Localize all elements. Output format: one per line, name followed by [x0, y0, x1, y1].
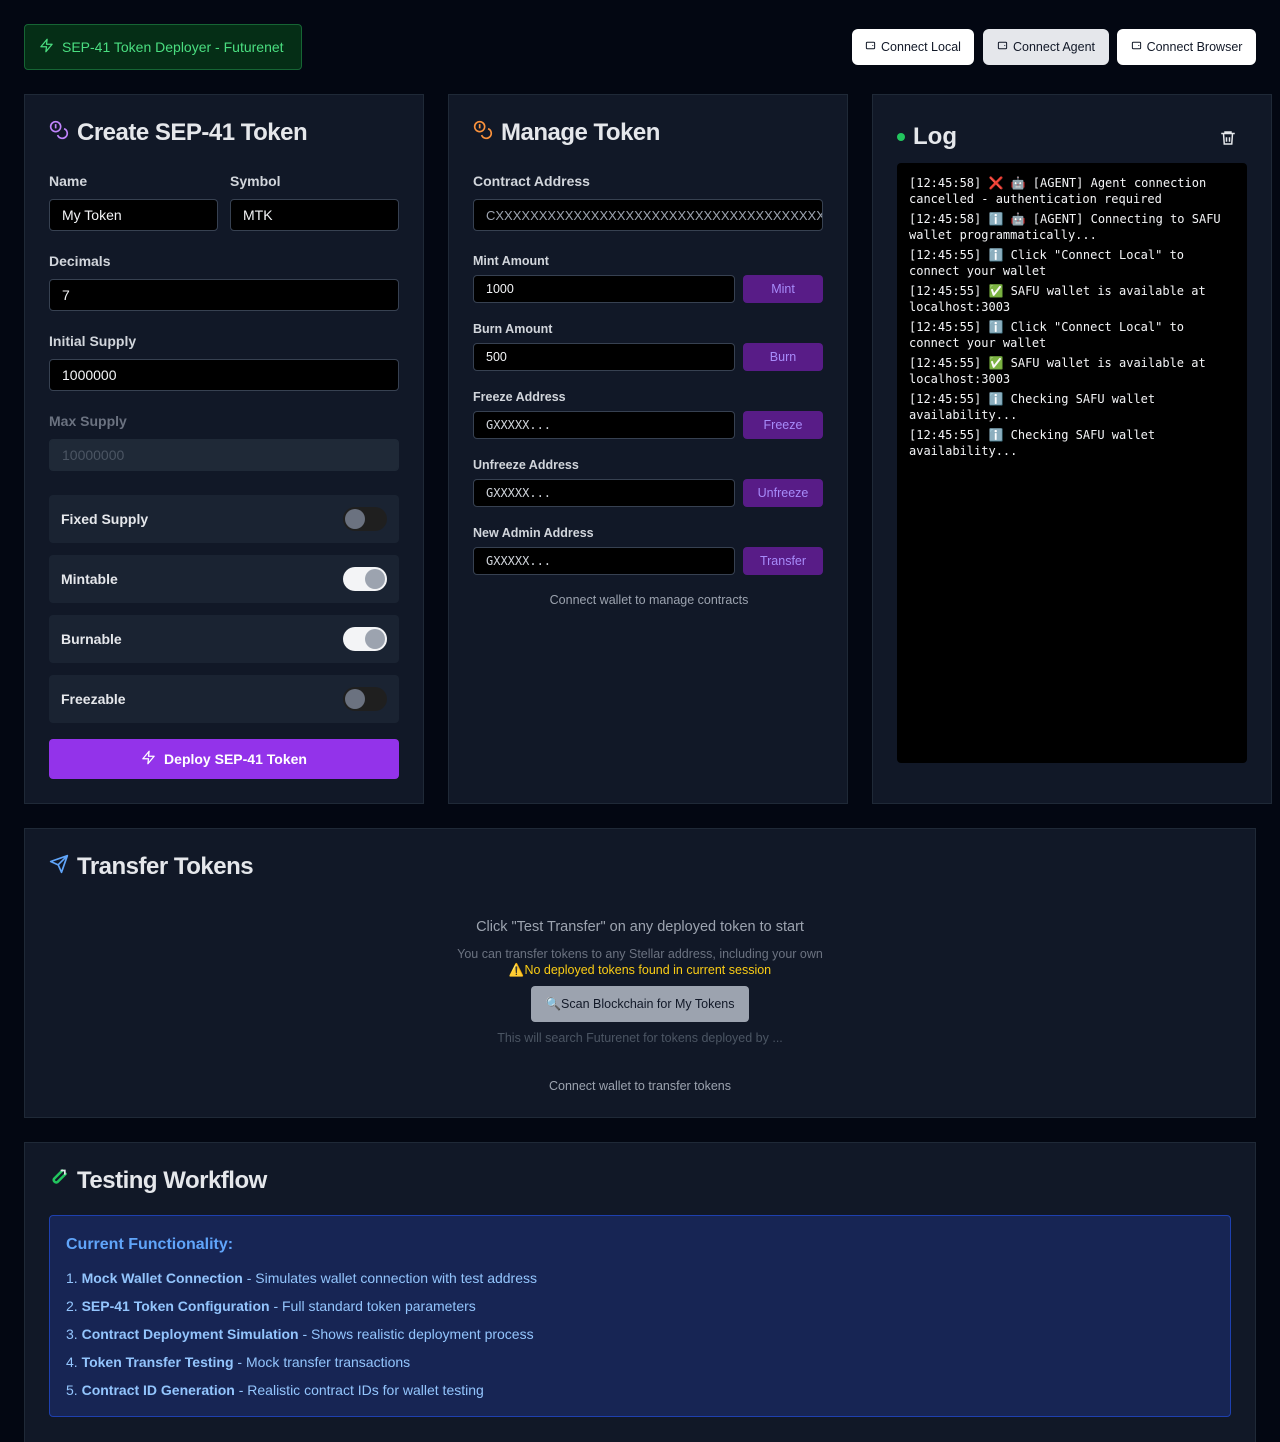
freezable-toggle[interactable] [343, 687, 387, 711]
log-entry: [12:45:55] ℹ️ Click "Connect Local" to c… [909, 320, 1192, 350]
mint-button[interactable]: Mint [743, 275, 823, 303]
fixed-supply-toggle[interactable] [343, 507, 387, 531]
freezable-row: Freezable [49, 675, 399, 723]
mint-amount-label: Mint Amount [473, 254, 549, 268]
testing-workflow-title-text: Testing Workflow [77, 1167, 267, 1194]
lightning-icon [141, 750, 156, 768]
connect-local-button[interactable]: Connect Local [852, 29, 974, 65]
no-tokens-warning: ⚠️No deployed tokens found in current se… [508, 963, 772, 977]
create-token-title-text: Create SEP-41 Token [77, 119, 308, 146]
log-entry: [12:45:55] ℹ️ Checking SAFU wallet avail… [909, 428, 1163, 458]
burn-amount-input[interactable]: 500 [473, 343, 735, 371]
test-tube-icon [49, 1167, 69, 1195]
create-token-panel: Create SEP-41 Token Name My Token Symbol… [24, 94, 424, 804]
scan-blockchain-button[interactable]: 🔍Scan Blockchain for My Tokens [531, 986, 749, 1022]
unfreeze-address-input[interactable]: GXXXXX... [473, 479, 735, 507]
functionality-title: Current Functionality: [66, 1236, 234, 1253]
contract-address-label: Contract Address [473, 173, 590, 189]
manage-token-title: Manage Token [473, 119, 660, 147]
trash-icon[interactable] [1219, 129, 1237, 147]
lightning-icon [39, 38, 54, 56]
initial-supply-label: Initial Supply [49, 333, 137, 349]
wallet-icon [1131, 40, 1142, 54]
manage-connect-hint: Connect wallet to manage contracts [549, 593, 749, 607]
transfer-admin-button[interactable]: Transfer [743, 547, 823, 575]
log-entry: [12:45:55] ℹ️ Click "Connect Local" to c… [909, 248, 1192, 278]
mintable-label: Mintable [61, 571, 118, 587]
connect-browser-label: Connect Browser [1146, 40, 1243, 54]
list-item: 5. Contract ID Generation - Realistic co… [66, 1382, 484, 1398]
freeze-address-label: Freeze Address [473, 390, 566, 404]
freeze-button[interactable]: Freeze [743, 411, 823, 439]
symbol-input[interactable]: MTK [230, 199, 399, 231]
wallet-icon [997, 40, 1008, 54]
decimals-input[interactable]: 7 [49, 279, 399, 311]
burnable-toggle[interactable] [343, 627, 387, 651]
fixed-supply-row: Fixed Supply [49, 495, 399, 543]
deploy-token-label: Deploy SEP-41 Token [164, 751, 307, 767]
new-admin-address-label: New Admin Address [473, 526, 594, 540]
max-supply-input: 10000000 [49, 439, 399, 471]
log-entry: [12:45:58] ❌ 🤖 [AGENT] Agent connection … [909, 176, 1214, 206]
mint-amount-input[interactable]: 1000 [473, 275, 735, 303]
transfer-tokens-title: Transfer Tokens [49, 853, 254, 881]
burn-amount-label: Burn Amount [473, 322, 553, 336]
transfer-subtext: You can transfer tokens to any Stellar a… [457, 947, 823, 961]
new-admin-address-input[interactable]: GXXXXX... [473, 547, 735, 575]
coins-icon [49, 119, 69, 147]
freezable-label: Freezable [61, 691, 126, 707]
unfreeze-address-label: Unfreeze Address [473, 458, 579, 472]
status-dot [897, 133, 905, 141]
name-label: Name [49, 173, 88, 189]
testing-workflow-panel: Testing Workflow Current Functionality: … [24, 1142, 1256, 1442]
transfer-instruction: Click "Test Transfer" on any deployed to… [476, 919, 804, 935]
name-input[interactable]: My Token [49, 199, 218, 231]
freeze-address-input[interactable]: GXXXXX... [473, 411, 735, 439]
log-entry: [12:45:55] ℹ️ Checking SAFU wallet avail… [909, 392, 1163, 422]
log-entry: [12:45:58] ℹ️ 🤖 [AGENT] Connecting to SA… [909, 212, 1228, 242]
transfer-tokens-panel: Transfer Tokens Click "Test Transfer" on… [24, 828, 1256, 1118]
burn-button[interactable]: Burn [743, 343, 823, 371]
symbol-label: Symbol [230, 173, 281, 189]
functionality-box: Current Functionality: 1. Mock Wallet Co… [49, 1215, 1231, 1417]
log-entry: [12:45:55] ✅ SAFU wallet is available at… [909, 284, 1213, 314]
log-entry: [12:45:55] ✅ SAFU wallet is available at… [909, 356, 1213, 386]
network-badge: SEP-41 Token Deployer - Futurenet [24, 24, 302, 70]
list-item: 4. Token Transfer Testing - Mock transfe… [66, 1354, 411, 1370]
manage-token-panel: Manage Token Contract Address CXXXXXXXXX… [448, 94, 848, 804]
burnable-row: Burnable [49, 615, 399, 663]
connect-browser-button[interactable]: Connect Browser [1117, 29, 1256, 65]
scan-hint: This will search Futurenet for tokens de… [497, 1031, 783, 1045]
create-token-title: Create SEP-41 Token [49, 119, 308, 147]
list-item: 3. Contract Deployment Simulation - Show… [66, 1326, 534, 1342]
mintable-toggle[interactable] [343, 567, 387, 591]
connect-local-label: Connect Local [881, 40, 961, 54]
list-item: 2. SEP-41 Token Configuration - Full sta… [66, 1298, 476, 1314]
connect-agent-label: Connect Agent [1012, 40, 1095, 54]
burnable-label: Burnable [61, 631, 122, 647]
fixed-supply-label: Fixed Supply [61, 511, 149, 527]
mintable-row: Mintable [49, 555, 399, 603]
deploy-token-button[interactable]: Deploy SEP-41 Token [49, 739, 399, 779]
log-output: [12:45:58] ❌ 🤖 [AGENT] Agent connection … [897, 163, 1247, 763]
transfer-tokens-title-text: Transfer Tokens [77, 853, 254, 880]
testing-workflow-title: Testing Workflow [49, 1167, 267, 1195]
initial-supply-input[interactable]: 1000000 [49, 359, 399, 391]
connect-agent-button[interactable]: Connect Agent [983, 29, 1109, 65]
wallet-icon [865, 40, 876, 54]
contract-address-input[interactable]: CXXXXXXXXXXXXXXXXXXXXXXXXXXXXXXXXXXXXXXX… [473, 199, 823, 231]
manage-token-title-text: Manage Token [501, 119, 660, 146]
list-item: 1. Mock Wallet Connection - Simulates wa… [66, 1270, 537, 1286]
top-bar: SEP-41 Token Deployer - Futurenet Connec… [0, 0, 1280, 94]
log-title: Log [913, 123, 957, 150]
unfreeze-button[interactable]: Unfreeze [743, 479, 823, 507]
network-badge-label: SEP-41 Token Deployer - Futurenet [62, 39, 284, 55]
coins-icon [473, 119, 493, 147]
decimals-label: Decimals [49, 253, 111, 269]
transfer-connect-hint: Connect wallet to transfer tokens [548, 1079, 732, 1093]
log-panel: Log [12:45:58] ❌ 🤖 [AGENT] Agent connect… [872, 94, 1272, 804]
max-supply-label: Max Supply [49, 413, 127, 429]
send-icon [49, 853, 69, 881]
